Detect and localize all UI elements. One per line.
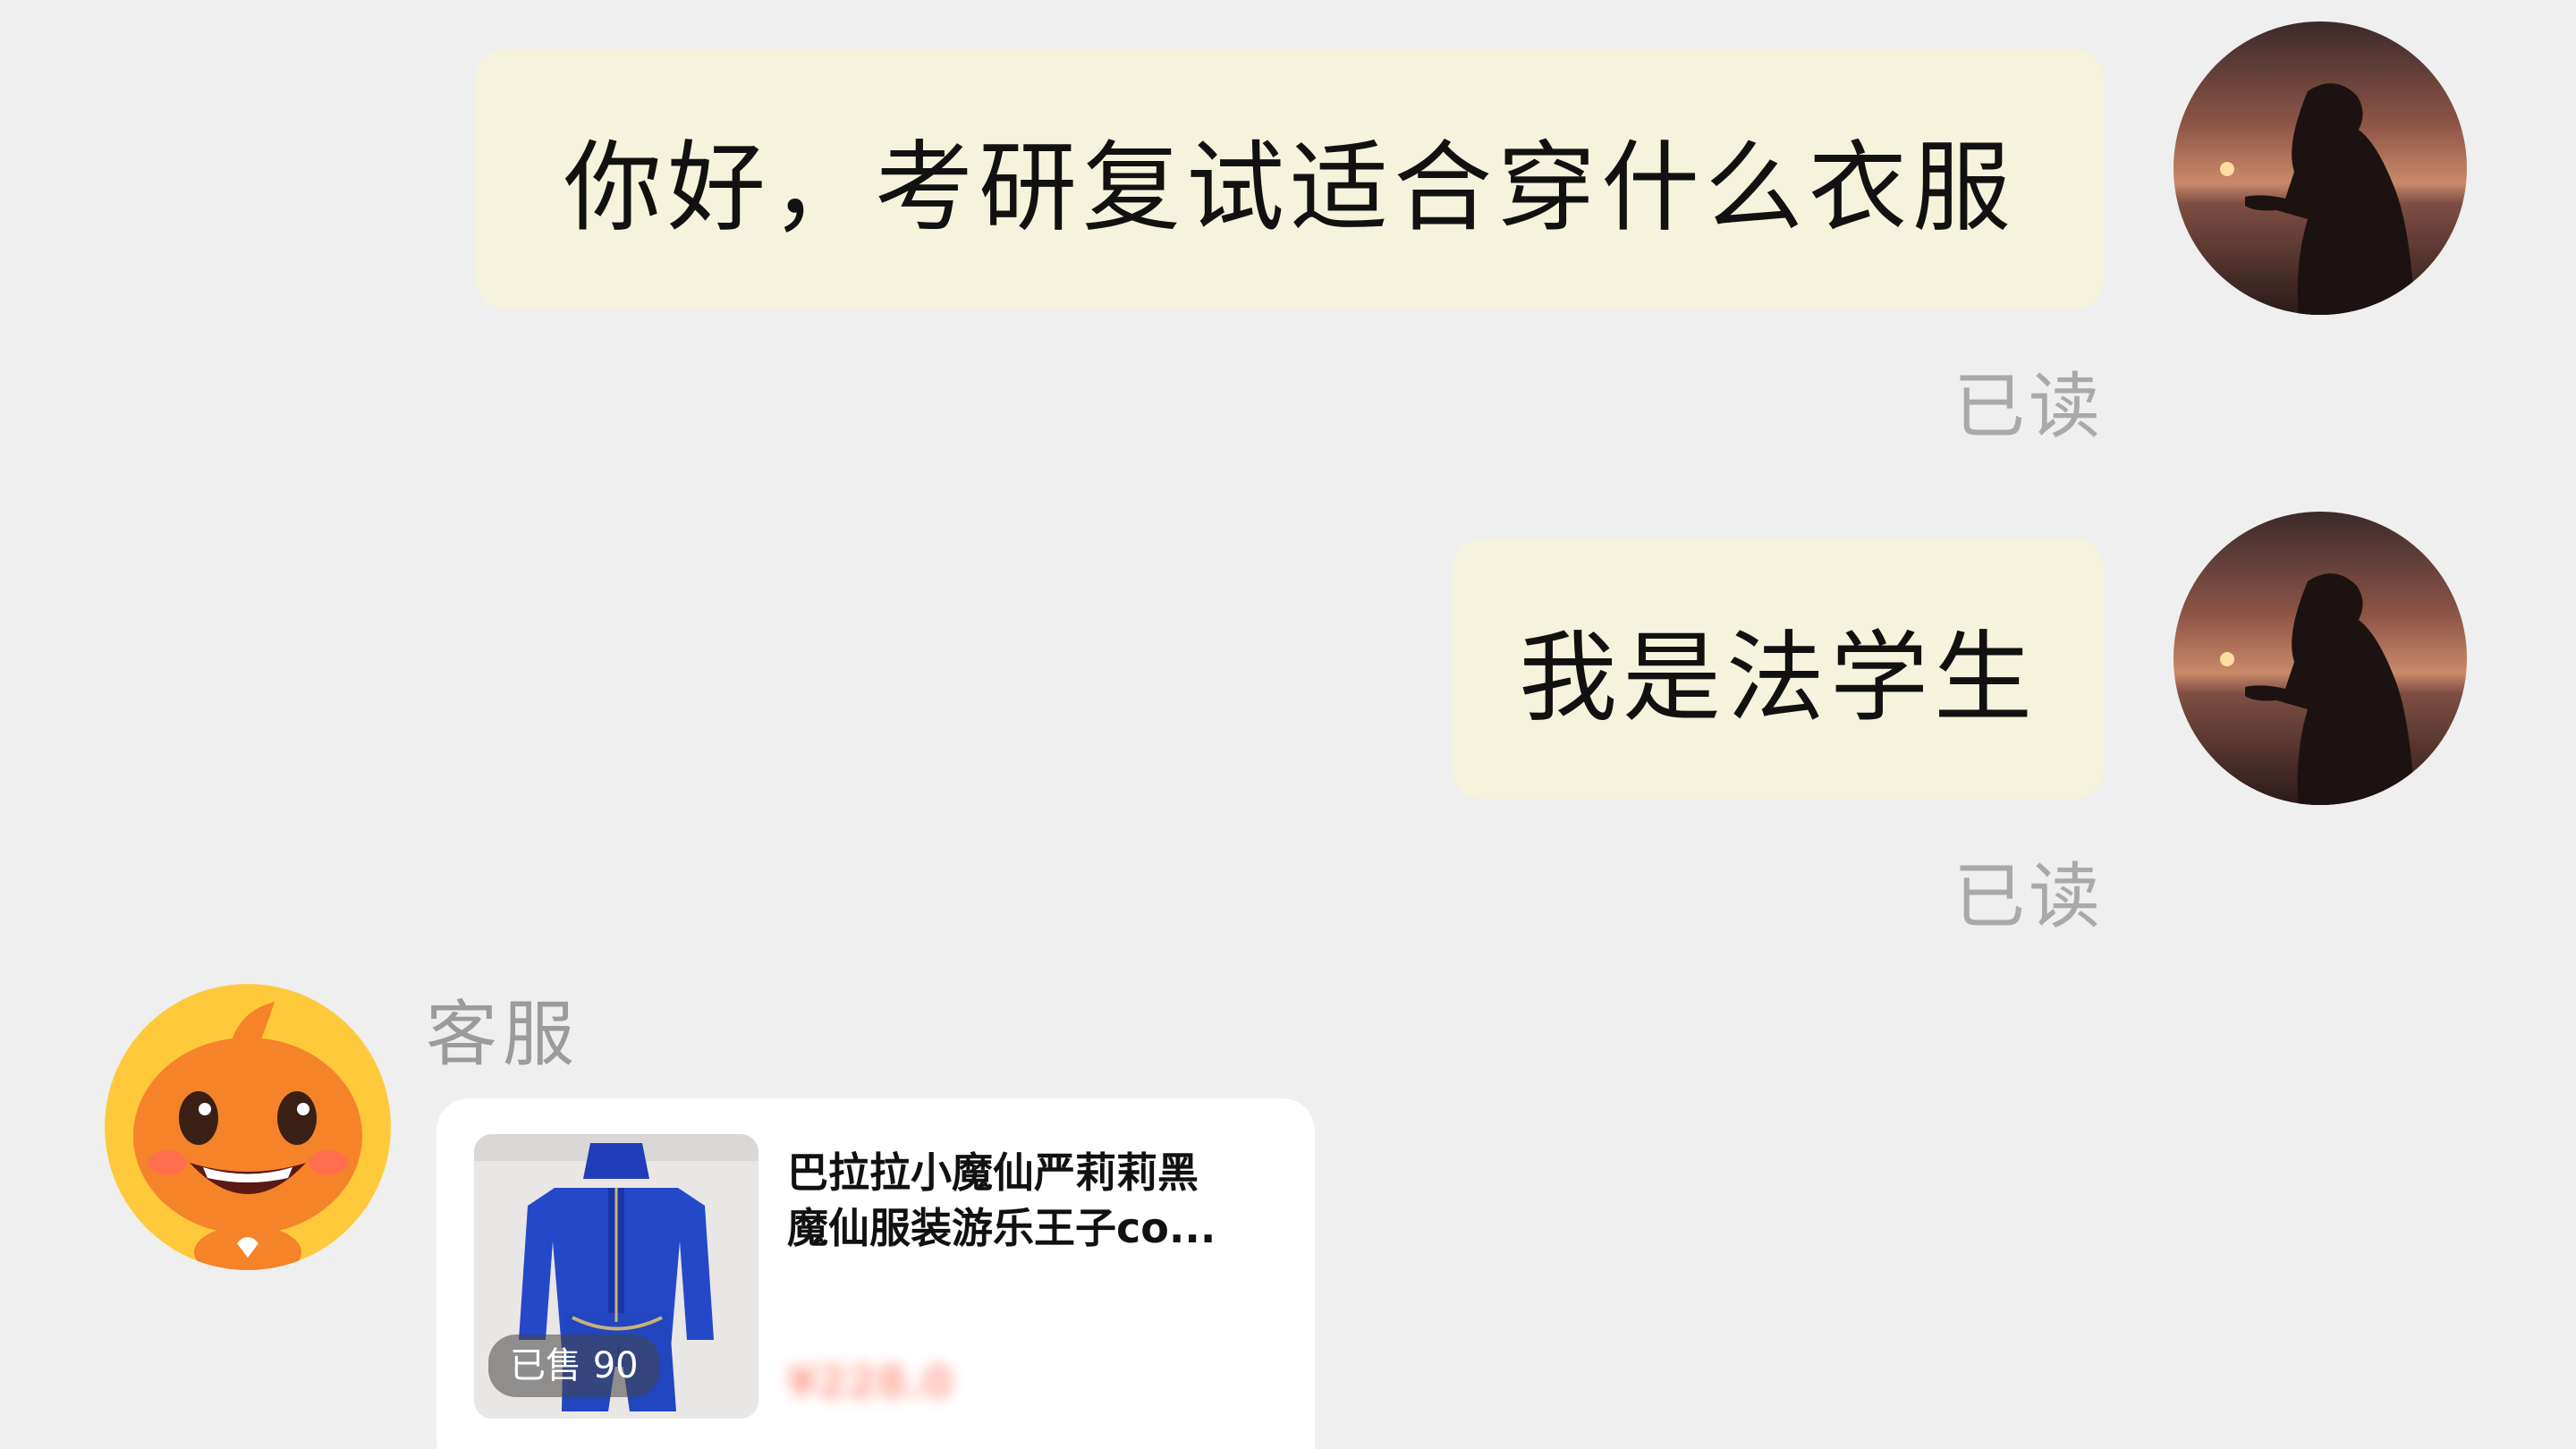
user-avatar[interactable] (2174, 21, 2467, 315)
product-title[interactable]: 巴拉拉小魔仙严莉莉黑 魔仙服装游乐王子co... (787, 1145, 1288, 1256)
sold-count-badge: 已售 90 (488, 1335, 660, 1397)
agent-name: 客服 (426, 993, 580, 1076)
user-avatar-image (2174, 21, 2467, 315)
user-avatar[interactable] (2174, 512, 2467, 805)
read-receipt: 已读 (1953, 365, 2104, 448)
agent-avatar[interactable] (105, 984, 391, 1270)
chat-screen: 你好，考研复试适合穿什么衣服 已读 我是法学生 已读 客服 已售 90 巴拉拉小… (0, 0, 2576, 1449)
outgoing-message-bubble[interactable]: 我是法学生 (1453, 539, 2104, 799)
outgoing-message-bubble[interactable]: 你好，考研复试适合穿什么衣服 (476, 49, 2104, 309)
product-title-line: 魔仙服装游乐王子co... (787, 1204, 1216, 1252)
read-receipt: 已读 (1953, 855, 2104, 938)
message-text: 我是法学生 (1519, 621, 2038, 735)
product-title-line: 巴拉拉小魔仙严莉莉黑 (787, 1148, 1199, 1197)
product-card[interactable]: 已售 90 巴拉拉小魔仙严莉莉黑 魔仙服装游乐王子co... ¥228.0 (436, 1098, 1315, 1449)
message-text: 你好，考研复试适合穿什么衣服 (564, 131, 2016, 245)
product-price: ¥228.0 (787, 1358, 953, 1408)
orange-mascot-icon (105, 984, 391, 1270)
user-avatar-image (2174, 512, 2467, 805)
